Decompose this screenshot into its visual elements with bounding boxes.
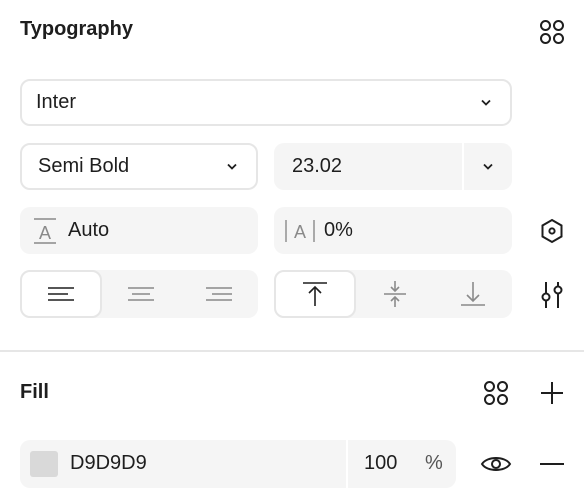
fill-title: Fill bbox=[20, 381, 49, 403]
section-divider bbox=[0, 350, 584, 352]
grid-dots-icon[interactable] bbox=[476, 376, 516, 410]
align-bottom-button[interactable] bbox=[434, 270, 512, 318]
line-height-icon: A bbox=[32, 216, 58, 246]
line-height-field[interactable]: A Auto bbox=[20, 207, 258, 254]
plus-icon[interactable] bbox=[532, 376, 572, 410]
typography-title: Typography bbox=[20, 18, 133, 40]
svg-text:A: A bbox=[294, 222, 306, 242]
align-bottom-icon bbox=[461, 282, 485, 306]
styles-grid-icon[interactable] bbox=[532, 14, 572, 50]
align-center-icon bbox=[128, 287, 154, 301]
font-size-value: 23.02 bbox=[292, 155, 343, 177]
fill-opacity-value[interactable]: 100 bbox=[364, 452, 397, 475]
align-right-button[interactable] bbox=[180, 270, 258, 318]
fill-opacity-unit: % bbox=[425, 452, 443, 474]
align-left-icon bbox=[48, 287, 74, 301]
minus-icon[interactable] bbox=[532, 446, 572, 482]
letter-spacing-value: 0% bbox=[324, 219, 353, 241]
hexagon-icon[interactable] bbox=[532, 212, 572, 250]
eye-icon[interactable] bbox=[476, 446, 516, 482]
fill-color-row[interactable]: D9D9D9 100 % bbox=[20, 440, 456, 488]
align-top-button[interactable] bbox=[274, 270, 356, 318]
text-align-vertical-control bbox=[274, 270, 512, 318]
field-divider bbox=[346, 440, 348, 488]
svg-text:A: A bbox=[39, 223, 51, 243]
color-swatch[interactable] bbox=[30, 451, 58, 477]
text-align-horizontal-control bbox=[20, 270, 258, 318]
font-family-select[interactable]: Inter bbox=[20, 79, 512, 126]
align-middle-icon bbox=[384, 281, 406, 307]
font-size-dropdown-button[interactable] bbox=[464, 143, 512, 190]
align-middle-button[interactable] bbox=[356, 270, 434, 318]
align-center-button[interactable] bbox=[102, 270, 180, 318]
font-size-field[interactable]: 23.02 bbox=[274, 143, 512, 190]
sliders-icon[interactable] bbox=[532, 274, 572, 316]
line-height-value: Auto bbox=[68, 219, 110, 241]
chevron-down-icon bbox=[483, 163, 493, 170]
chevron-down-icon bbox=[478, 94, 494, 112]
font-family-value: Inter bbox=[36, 91, 77, 113]
letter-spacing-icon: A bbox=[282, 216, 318, 246]
letter-spacing-field[interactable]: A 0% bbox=[274, 207, 512, 254]
chevron-down-icon bbox=[224, 158, 240, 176]
align-left-button[interactable] bbox=[20, 270, 102, 318]
align-right-icon bbox=[206, 287, 232, 301]
font-weight-select[interactable]: Semi Bold bbox=[20, 143, 258, 190]
font-weight-value: Semi Bold bbox=[38, 155, 130, 177]
align-top-icon bbox=[303, 282, 327, 306]
fill-hex-value[interactable]: D9D9D9 bbox=[70, 452, 147, 475]
